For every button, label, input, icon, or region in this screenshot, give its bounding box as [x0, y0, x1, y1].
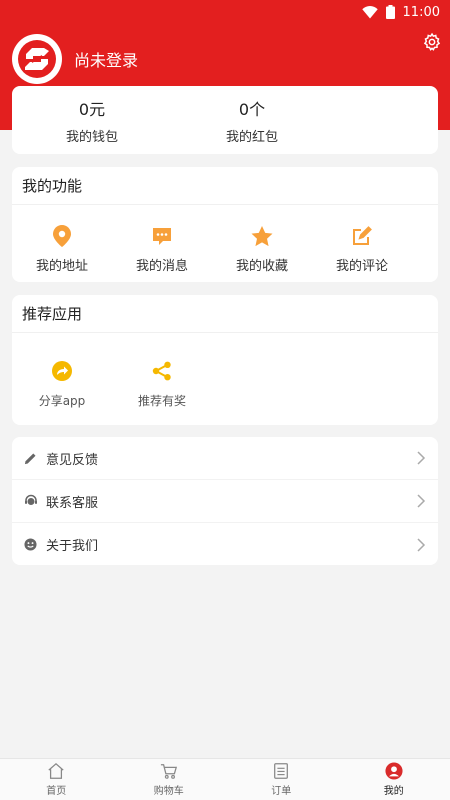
chevron-right-icon — [417, 537, 426, 552]
tab-mine[interactable]: 我的 — [338, 759, 450, 800]
status-bar: 11:00 — [0, 0, 450, 24]
redpacket-value: 0个 — [238, 99, 266, 119]
star-icon — [251, 225, 273, 247]
list-icon — [274, 763, 289, 779]
tab-home[interactable]: 首页 — [0, 759, 113, 800]
edit-icon — [351, 225, 373, 247]
wallet-item-balance[interactable]: 0元 我的钱包 — [12, 86, 172, 154]
profile[interactable]: 尚未登录 — [12, 34, 138, 84]
redpacket-label: 我的红包 — [225, 129, 278, 145]
wifi-icon — [361, 5, 378, 19]
recommend-share-app-label: 分享app — [38, 394, 86, 408]
tab-cart[interactable]: 购物车 — [113, 759, 226, 800]
settings-icon[interactable] — [422, 32, 442, 52]
clock: 11:00 — [402, 4, 440, 20]
tab-orders[interactable]: 订单 — [225, 759, 338, 800]
functions-title: 我的功能 — [12, 167, 438, 205]
recommend-card: 推荐应用 分享app 推荐有奖 — [12, 295, 438, 425]
wallet-card: 0元 我的钱包 0个 我的红包 — [12, 86, 438, 154]
cart-icon — [160, 764, 177, 779]
function-reviews-label: 我的评论 — [335, 259, 388, 274]
menu-item-about-label: 关于我们 — [46, 539, 99, 554]
share-nodes-icon — [151, 360, 173, 382]
menu-item-feedback-label: 意见反馈 — [46, 452, 99, 468]
function-messages-label: 我的消息 — [135, 259, 188, 274]
function-favorites-label: 我的收藏 — [235, 259, 288, 274]
wallet-item-redpacket[interactable]: 0个 我的红包 — [172, 86, 332, 154]
tab-home-label: 首页 — [46, 786, 67, 797]
share-icon — [51, 360, 73, 382]
function-address[interactable]: 我的地址 — [12, 205, 112, 274]
location-icon — [51, 225, 73, 247]
settings-menu: 意见反馈 联系客服 关于我们 — [12, 437, 438, 565]
function-address-label: 我的地址 — [35, 259, 88, 274]
message-icon — [151, 225, 173, 247]
customer-service-icon — [24, 494, 38, 508]
menu-item-customer-service[interactable]: 联系客服 — [12, 480, 438, 523]
function-messages[interactable]: 我的消息 — [112, 205, 212, 274]
function-favorites[interactable]: 我的收藏 — [212, 205, 312, 274]
menu-item-customer-service-label: 联系客服 — [46, 495, 99, 511]
app-logo-icon — [18, 40, 56, 78]
tab-mine-label: 我的 — [383, 786, 404, 797]
smile-icon — [24, 538, 38, 552]
tab-cart-label: 购物车 — [153, 786, 184, 797]
bottom-tab-bar: 首页 购物车 订单 我的 — [0, 758, 450, 800]
wallet-balance-value: 0元 — [78, 99, 106, 119]
avatar[interactable] — [12, 34, 62, 84]
tab-orders-label: 订单 — [271, 786, 292, 797]
recommend-referral-label: 推荐有奖 — [137, 394, 186, 408]
battery-icon — [385, 5, 395, 19]
function-reviews[interactable]: 我的评论 — [312, 205, 412, 274]
home-icon — [48, 762, 64, 779]
pencil-icon — [24, 451, 38, 465]
recommend-share-app[interactable]: 分享app — [12, 333, 112, 409]
user-icon — [385, 762, 403, 780]
recommend-title: 推荐应用 — [12, 295, 438, 333]
wallet-balance-label: 我的钱包 — [65, 129, 118, 145]
login-status-text[interactable]: 尚未登录 — [74, 47, 138, 71]
menu-item-feedback[interactable]: 意见反馈 — [12, 437, 438, 480]
menu-item-about[interactable]: 关于我们 — [12, 523, 438, 566]
functions-card: 我的功能 我的地址 我的消息 我的收藏 我的评论 — [12, 167, 438, 282]
recommend-referral[interactable]: 推荐有奖 — [112, 333, 212, 409]
chevron-right-icon — [417, 451, 426, 465]
chevron-right-icon — [417, 494, 426, 508]
